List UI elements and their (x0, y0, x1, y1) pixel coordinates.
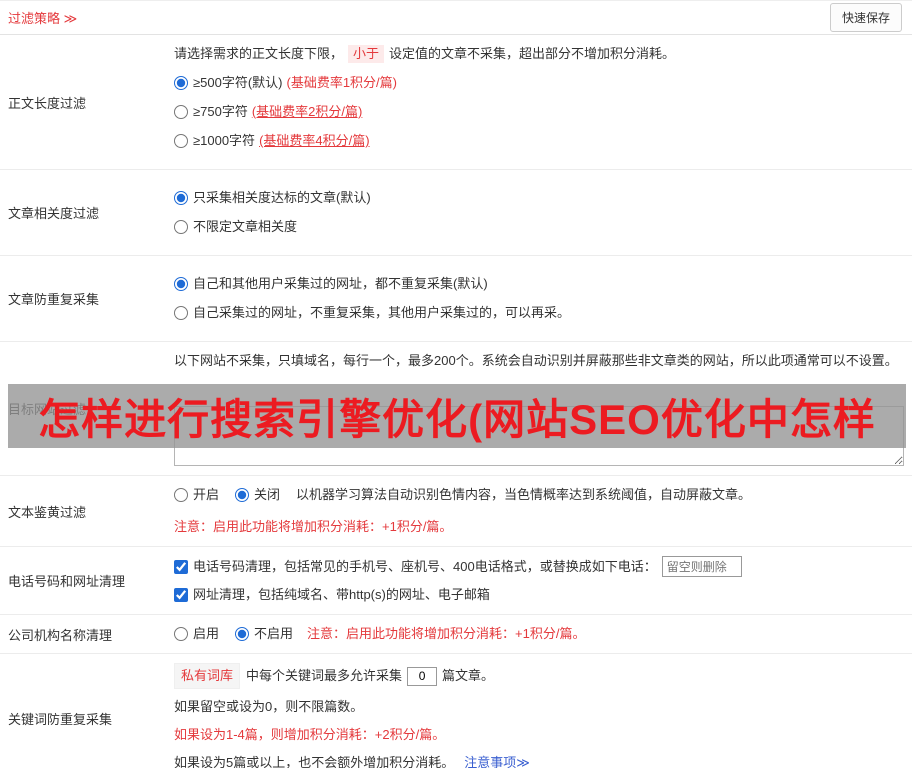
topbar: 过滤策略 ≫ 快速保存 (0, 1, 912, 35)
dedupe-option-global[interactable]: 自己和其他用户采集过的网址，都不重复采集(默认) (174, 274, 904, 294)
row-label-body-length: 正文长度过滤 (8, 95, 87, 111)
filter-strategy-page: 过滤策略 ≫ 快速保存 正文长度过滤 请选择需求的正文长度下限， 小于 设定值的文章… (0, 0, 912, 768)
row-label-dedupe: 文章防重复采集 (8, 292, 100, 307)
dedupe-content: 自己和其他用户采集过的网址，都不重复采集(默认) 自己采集过的网址，不重复采集，… (174, 256, 912, 341)
length-option-750[interactable]: ≥750字符 (基础费率2积分/篇) (174, 102, 904, 122)
keyword-note-five-text: 如果设为5篇或以上，也不会额外增加积分消耗。 (174, 755, 455, 768)
watermark-text: 怎样进行搜索引擎优化(网站SEO优化中怎样 (38, 395, 876, 443)
porn-on-option[interactable]: 开启 (174, 485, 219, 505)
dedupe-self-text: 自己采集过的网址，不重复采集，其他用户采集过的，可以再采。 (193, 305, 571, 320)
company-disable-radio[interactable] (235, 627, 250, 641)
length-500-radio[interactable] (174, 76, 188, 90)
porn-off-option[interactable]: 关闭 (235, 485, 280, 505)
row-label-company-cleanup: 公司机构名称清理 (8, 627, 113, 643)
row-company-cleanup: 公司机构名称清理 启用 不启用 注意：启用此功能将增加积分消耗：+1积分/篇。 (0, 615, 912, 654)
keyword-limit-line: 私有词库 中每个关键词最多允许采集 篇文章。 (174, 663, 904, 689)
relevance-option-strict[interactable]: 只采集相关度达标的文章(默认) (174, 188, 904, 208)
length-750-note: (基础费率2积分/篇) (251, 104, 363, 119)
porn-on-text: 开启 (193, 487, 220, 502)
company-enable-text: 启用 (193, 626, 220, 641)
url-cleanup-line: 网址清理，包括纯域名、带http(s)的网址、电子邮箱 (174, 585, 904, 605)
body-length-intro: 请选择需求的正文长度下限， 小于 设定值的文章不采集，超出部分不增加积分消耗。 (174, 44, 904, 64)
company-enable-radio[interactable] (174, 627, 188, 641)
porn-on-radio[interactable] (174, 488, 188, 502)
keyword-note-unlimited: 如果留空或设为0，则不限篇数。 (174, 699, 364, 714)
row-label-phone-url: 电话号码和网址清理 (8, 574, 126, 589)
intro-pre: 请选择需求的正文长度下限， (174, 46, 344, 61)
company-disable-text: 不启用 (254, 626, 294, 641)
row-relevance: 文章相关度过滤 只采集相关度达标的文章(默认) 不限定文章相关度 (0, 170, 912, 256)
keyword-limit-text-mid: 中每个关键词最多允许采集 (246, 668, 403, 683)
body-length-content: 请选择需求的正文长度下限， 小于 设定值的文章不采集，超出部分不增加积分消耗。 ≥5… (174, 35, 912, 169)
row-label-porn-filter: 文本鉴黄过滤 (8, 504, 87, 520)
company-enable-option[interactable]: 启用 (174, 624, 219, 644)
length-1000-text: ≥1000字符 (193, 133, 256, 148)
phone-cleanup-line: 电话号码清理，包括常见的手机号、座机号、400电话格式，或替换成如下电话： (174, 556, 904, 577)
watermark-overlay: 怎样进行搜索引擎优化(网站SEO优化中怎样 (8, 384, 906, 448)
row-label-relevance: 文章相关度过滤 (8, 206, 100, 221)
page-title[interactable]: 过滤策略 ≫ (8, 8, 77, 27)
relevance-option-any[interactable]: 不限定文章相关度 (174, 217, 904, 237)
row-porn-filter: 文本鉴黄过滤 开启 关闭 以机器学习算法自动识别色情内容，当色情概率达到系统阈值… (0, 476, 912, 547)
row-body-length: 正文长度过滤 请选择需求的正文长度下限， 小于 设定值的文章不采集，超出部分不增加积… (0, 35, 912, 170)
porn-desc: 以机器学习算法自动识别色情内容，当色情概率达到系统阈值，自动屏蔽文章。 (296, 487, 752, 502)
company-cost-note: 注意：启用此功能将增加积分消耗：+1积分/篇。 (307, 626, 586, 641)
dedupe-global-radio[interactable] (174, 277, 188, 291)
quick-save-button[interactable]: 快速保存 (829, 3, 902, 32)
phone-cleanup-text: 电话号码清理，包括常见的手机号、座机号、400电话格式，或替换成如下电话： (193, 558, 657, 574)
porn-options-line: 开启 关闭 以机器学习算法自动识别色情内容，当色情概率达到系统阈值，自动屏蔽文章… (174, 485, 904, 505)
company-disable-option[interactable]: 不启用 (235, 624, 293, 644)
relevance-content: 只采集相关度达标的文章(默认) 不限定文章相关度 (174, 170, 912, 255)
porn-off-text: 关闭 (254, 487, 281, 502)
row-phone-url-cleanup: 电话号码和网址清理 电话号码清理，包括常见的手机号、座机号、400电话格式，或替… (0, 547, 912, 615)
length-750-text: ≥750字符 (193, 104, 248, 119)
keyword-limit-input[interactable] (407, 666, 438, 686)
url-cleanup-option[interactable]: 网址清理，包括纯域名、带http(s)的网址、电子邮箱 (174, 585, 490, 605)
length-1000-radio[interactable] (174, 134, 188, 148)
intro-post: 设定值的文章不采集，超出部分不增加积分消耗。 (389, 46, 676, 61)
replacement-phone-input[interactable] (661, 556, 742, 577)
phone-url-content: 电话号码清理，包括常见的手机号、座机号、400电话格式，或替换成如下电话： 网址… (174, 547, 912, 614)
row-keyword-dedupe: 关键词防重复采集 私有词库 中每个关键词最多允许采集 篇文章。 如果留空或设为0… (0, 654, 912, 768)
phone-cleanup-checkbox[interactable] (174, 559, 188, 574)
porn-cost-note: 注意：启用此功能将增加积分消耗：+1积分/篇。 (174, 519, 453, 534)
site-filter-desc: 以下网站不采集，只填域名，每行一个，最多200个。系统会自动识别并屏蔽那些非文章… (174, 353, 898, 368)
length-500-note: (基础费率1积分/篇) (286, 75, 397, 90)
relevance-any-radio[interactable] (174, 220, 188, 234)
keyword-note-cost: 如果设为1-4篇，则增加积分消耗：+2积分/篇。 (174, 727, 446, 742)
row-dedupe: 文章防重复采集 自己和其他用户采集过的网址，都不重复采集(默认) 自己采集过的网… (0, 256, 912, 342)
length-500-text: ≥500字符(默认) (193, 75, 283, 90)
porn-filter-content: 开启 关闭 以机器学习算法自动识别色情内容，当色情概率达到系统阈值，自动屏蔽文章… (174, 476, 912, 546)
dedupe-option-self[interactable]: 自己采集过的网址，不重复采集，其他用户采集过的，可以再采。 (174, 303, 904, 323)
keyword-dedupe-content: 私有词库 中每个关键词最多允许采集 篇文章。 如果留空或设为0，则不限篇数。 如… (174, 654, 912, 768)
dedupe-self-radio[interactable] (174, 306, 188, 320)
notice-link[interactable]: 注意事项≫ (464, 753, 530, 768)
company-cleanup-content: 启用 不启用 注意：启用此功能将增加积分消耗：+1积分/篇。 (174, 615, 912, 653)
porn-off-radio[interactable] (235, 488, 250, 502)
dedupe-global-text: 自己和其他用户采集过的网址，都不重复采集(默认) (193, 276, 488, 291)
phone-cleanup-option[interactable]: 电话号码清理，包括常见的手机号、座机号、400电话格式，或替换成如下电话： (174, 557, 657, 577)
keyword-limit-text-end: 篇文章。 (442, 668, 495, 683)
relevance-strict-text: 只采集相关度达标的文章(默认) (193, 190, 371, 205)
row-label-keyword-dedupe: 关键词防重复采集 (8, 711, 113, 727)
url-cleanup-checkbox[interactable] (174, 588, 188, 602)
private-lexicon-tag[interactable]: 私有词库 (174, 663, 241, 689)
length-option-500[interactable]: ≥500字符(默认) (基础费率1积分/篇) (174, 73, 904, 93)
relevance-any-text: 不限定文章相关度 (193, 219, 298, 234)
company-options-line: 启用 不启用 注意：启用此功能将增加积分消耗：+1积分/篇。 (174, 624, 904, 644)
keyword-note-five-line: 如果设为5篇或以上，也不会额外增加积分消耗。 注意事项≫ (174, 753, 904, 768)
length-750-radio[interactable] (174, 105, 188, 119)
relevance-strict-radio[interactable] (174, 191, 188, 205)
less-than-highlight: 小于 (348, 45, 385, 63)
row-site-filter: 目标网站过滤 以下网站不采集，只填域名，每行一个，最多200个。系统会自动识别并… (0, 342, 912, 476)
length-1000-note: (基础费率4积分/篇) (259, 133, 370, 148)
url-cleanup-text: 网址清理，包括纯域名、带http(s)的网址、电子邮箱 (193, 587, 490, 602)
length-option-1000[interactable]: ≥1000字符 (基础费率4积分/篇) (174, 131, 904, 151)
